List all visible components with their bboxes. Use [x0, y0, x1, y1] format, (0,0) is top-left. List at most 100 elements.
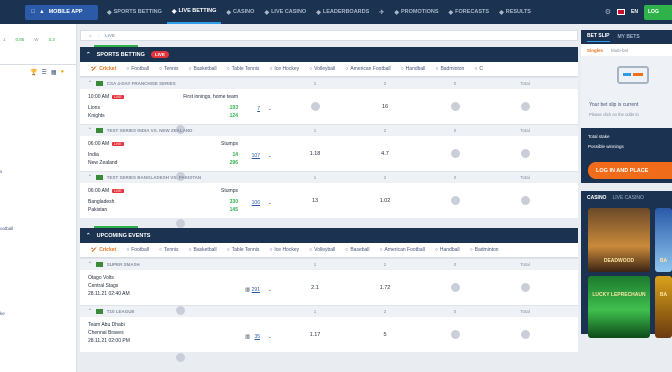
- login-and-place-button[interactable]: LOG IN AND PLACE: [588, 162, 672, 179]
- tab-ice-hockey[interactable]: ○ Ice Hockey: [264, 247, 304, 253]
- nav-item-sports-betting[interactable]: ◆ SPORTS BETTING: [102, 0, 167, 24]
- sidebar-item-3[interactable]: ke: [0, 311, 5, 316]
- tab-american-football[interactable]: ○ American Football: [375, 247, 430, 253]
- tab-handball[interactable]: ○ Handball: [396, 66, 431, 72]
- tab-casino[interactable]: CASINO: [587, 195, 606, 201]
- nav-item-promotions[interactable]: ◆ PROMOTIONS: [389, 0, 443, 24]
- chevron-down-icon[interactable]: ⌄: [268, 200, 272, 206]
- odds-cell[interactable]: 5: [350, 332, 420, 338]
- more-markets-link[interactable]: 107: [252, 153, 260, 159]
- mobile-app-button[interactable]:  ▲ MOBILE APP: [25, 4, 98, 20]
- game-tile-partial[interactable]: BA: [655, 208, 672, 272]
- team-1[interactable]: India: [88, 152, 99, 158]
- more-markets-link[interactable]: 106: [252, 200, 260, 206]
- team-2[interactable]: Central Stags: [88, 283, 118, 289]
- chevron-down-icon[interactable]: ⌄: [268, 106, 272, 112]
- team-2[interactable]: Knights: [88, 113, 105, 119]
- nav-item-live-casino[interactable]: ◆ LIVE CASINO: [259, 0, 311, 24]
- tab-tennis[interactable]: ○ Tennis: [154, 247, 183, 253]
- stats-icon[interactable]: ▥: [245, 334, 250, 340]
- odds-cell[interactable]: 1.18: [280, 151, 350, 157]
- odds-cell[interactable]: 4.7: [350, 151, 420, 157]
- nav-item-live-betting[interactable]: ◆ LIVE BETTING: [166, 0, 222, 24]
- odds-cell[interactable]: 13: [280, 198, 350, 204]
- tab-football[interactable]: ○ Football: [121, 66, 154, 72]
- nav-item-forecasts[interactable]: ◆ FORECASTS: [444, 0, 495, 24]
- more-markets-link[interactable]: 35: [254, 334, 260, 340]
- trophy-icon[interactable]: 🏆: [30, 69, 37, 76]
- tab-multi-bet[interactable]: Multi-bet: [611, 48, 628, 53]
- upcoming-section-header[interactable]: ⌃ UPCOMING EVENTS: [80, 226, 578, 243]
- team-1[interactable]: Otago Volts: [88, 275, 114, 281]
- match-row[interactable]: 10:00 AM LIVE Lions Knights First innings, h…: [80, 88, 578, 134]
- tab-basketball[interactable]: ○ Basketball: [184, 247, 222, 253]
- tab-singles[interactable]: Singles: [587, 48, 603, 53]
- match-row[interactable]: Otago Volts Central Stags 28.11.21 02:40 A…: [80, 269, 578, 315]
- language-selector[interactable]: EN: [631, 9, 638, 15]
- collapse-icon[interactable]: ⌃: [86, 233, 91, 239]
- game-tile-lucky-leprechaun[interactable]: LUCKY LEPRECHAUN: [588, 276, 650, 338]
- tab-bet-slip[interactable]: BET SLIP: [587, 33, 610, 42]
- expand-icon[interactable]: ⌃: [88, 127, 92, 133]
- coin-icon[interactable]: ●: [61, 69, 65, 76]
- team-1[interactable]: Lions: [88, 105, 100, 111]
- chevron-down-icon[interactable]: ⌄: [268, 287, 272, 293]
- stats-icon[interactable]: ▥: [245, 287, 250, 293]
- expand-icon[interactable]: ⌃: [88, 80, 92, 86]
- odds-cell[interactable]: 1.72: [350, 285, 420, 291]
- team-2[interactable]: Chennai Braves: [88, 330, 124, 336]
- sidebar-odd-2[interactable]: 3.3: [49, 37, 55, 45]
- tab-baseball[interactable]: ○ Baseball: [340, 247, 374, 253]
- tab-my-bets[interactable]: MY BETS: [618, 34, 640, 40]
- tab-table-tennis[interactable]: ○ Table Tennis: [222, 66, 265, 72]
- nav-item-results[interactable]: ◆ RESULTS: [494, 0, 536, 24]
- game-tile-partial-2[interactable]: BA: [655, 276, 672, 338]
- tab-volleyball[interactable]: ○ Volleyball: [304, 247, 340, 253]
- match-row[interactable]: 06:00 AM LIVE India New Zealand Stumps 14 296 1…: [80, 135, 578, 181]
- game-tile-deadwood[interactable]: DEADWOOD: [588, 208, 650, 272]
- nav-item-aviator[interactable]: ✈: [374, 0, 389, 24]
- tab-tennis[interactable]: ○ Tennis: [154, 66, 183, 72]
- nav-item-leaderboards[interactable]: ◆ LEADERBOARDS: [311, 0, 374, 24]
- chevron-down-icon[interactable]: ⌄: [268, 153, 272, 159]
- sidebar-item-1[interactable]: s: [0, 169, 2, 174]
- tab-table-tennis[interactable]: ○ Table Tennis: [222, 247, 265, 253]
- list-icon[interactable]: ☰: [41, 69, 46, 76]
- expand-icon[interactable]: ⌃: [88, 261, 92, 267]
- team-1[interactable]: Bangladesh: [88, 199, 114, 205]
- more-markets-link[interactable]: 291: [252, 287, 260, 293]
- match-row[interactable]: 06:00 AM LIVE Bangladesh Pakistan Stumps 330 1…: [80, 182, 578, 228]
- tab-cricket[interactable]: 🏏 Cricket: [86, 247, 121, 253]
- live-section-header[interactable]: ⌃ SPORTS BETTING LIVE: [80, 45, 578, 62]
- tab-football[interactable]: ○ Football: [121, 247, 154, 253]
- tab-handball[interactable]: ○ Handball: [430, 247, 465, 253]
- expand-icon[interactable]: ⌃: [88, 174, 92, 180]
- home-icon[interactable]: ⌂: [89, 33, 92, 38]
- sidebar-item-football[interactable]: ootball: [0, 226, 13, 231]
- collapse-icon[interactable]: ⌃: [86, 52, 91, 58]
- tab-live-casino[interactable]: LIVE CASINO: [612, 195, 643, 201]
- tab-c[interactable]: ○ C: [469, 66, 488, 72]
- odds-cell[interactable]: 16: [350, 104, 420, 110]
- team-1[interactable]: Team Abu Dhabi: [88, 322, 125, 328]
- more-markets-link[interactable]: 7: [257, 106, 260, 112]
- settings-icon[interactable]: ⚙: [605, 8, 611, 16]
- tab-badminton[interactable]: ○ Badminton: [465, 247, 504, 253]
- grid-icon[interactable]: ▦: [51, 69, 57, 76]
- tab-ice-hockey[interactable]: ○ Ice Hockey: [264, 66, 304, 72]
- odds-cell[interactable]: 2.1: [280, 285, 350, 291]
- tab-cricket[interactable]: 🏏 Cricket: [86, 66, 121, 72]
- team-2[interactable]: Pakistan: [88, 207, 107, 213]
- expand-icon[interactable]: ⌃: [88, 308, 92, 314]
- tab-volleyball[interactable]: ○ Volleyball: [304, 66, 340, 72]
- odds-cell[interactable]: 1.17: [280, 332, 350, 338]
- tab-badminton[interactable]: ○ Badminton: [430, 66, 469, 72]
- tab-american-football[interactable]: ○ American Football: [340, 66, 395, 72]
- chevron-down-icon[interactable]: ⌄: [268, 334, 272, 340]
- odds-cell[interactable]: 1.02: [350, 198, 420, 204]
- team-2[interactable]: New Zealand: [88, 160, 117, 166]
- sidebar-odd-1[interactable]: 0.85: [16, 37, 25, 45]
- login-button[interactable]: LOG: [644, 4, 672, 20]
- tab-basketball[interactable]: ○ Basketball: [184, 66, 222, 72]
- nav-item-casino[interactable]: ◆ CASINO: [221, 0, 259, 24]
